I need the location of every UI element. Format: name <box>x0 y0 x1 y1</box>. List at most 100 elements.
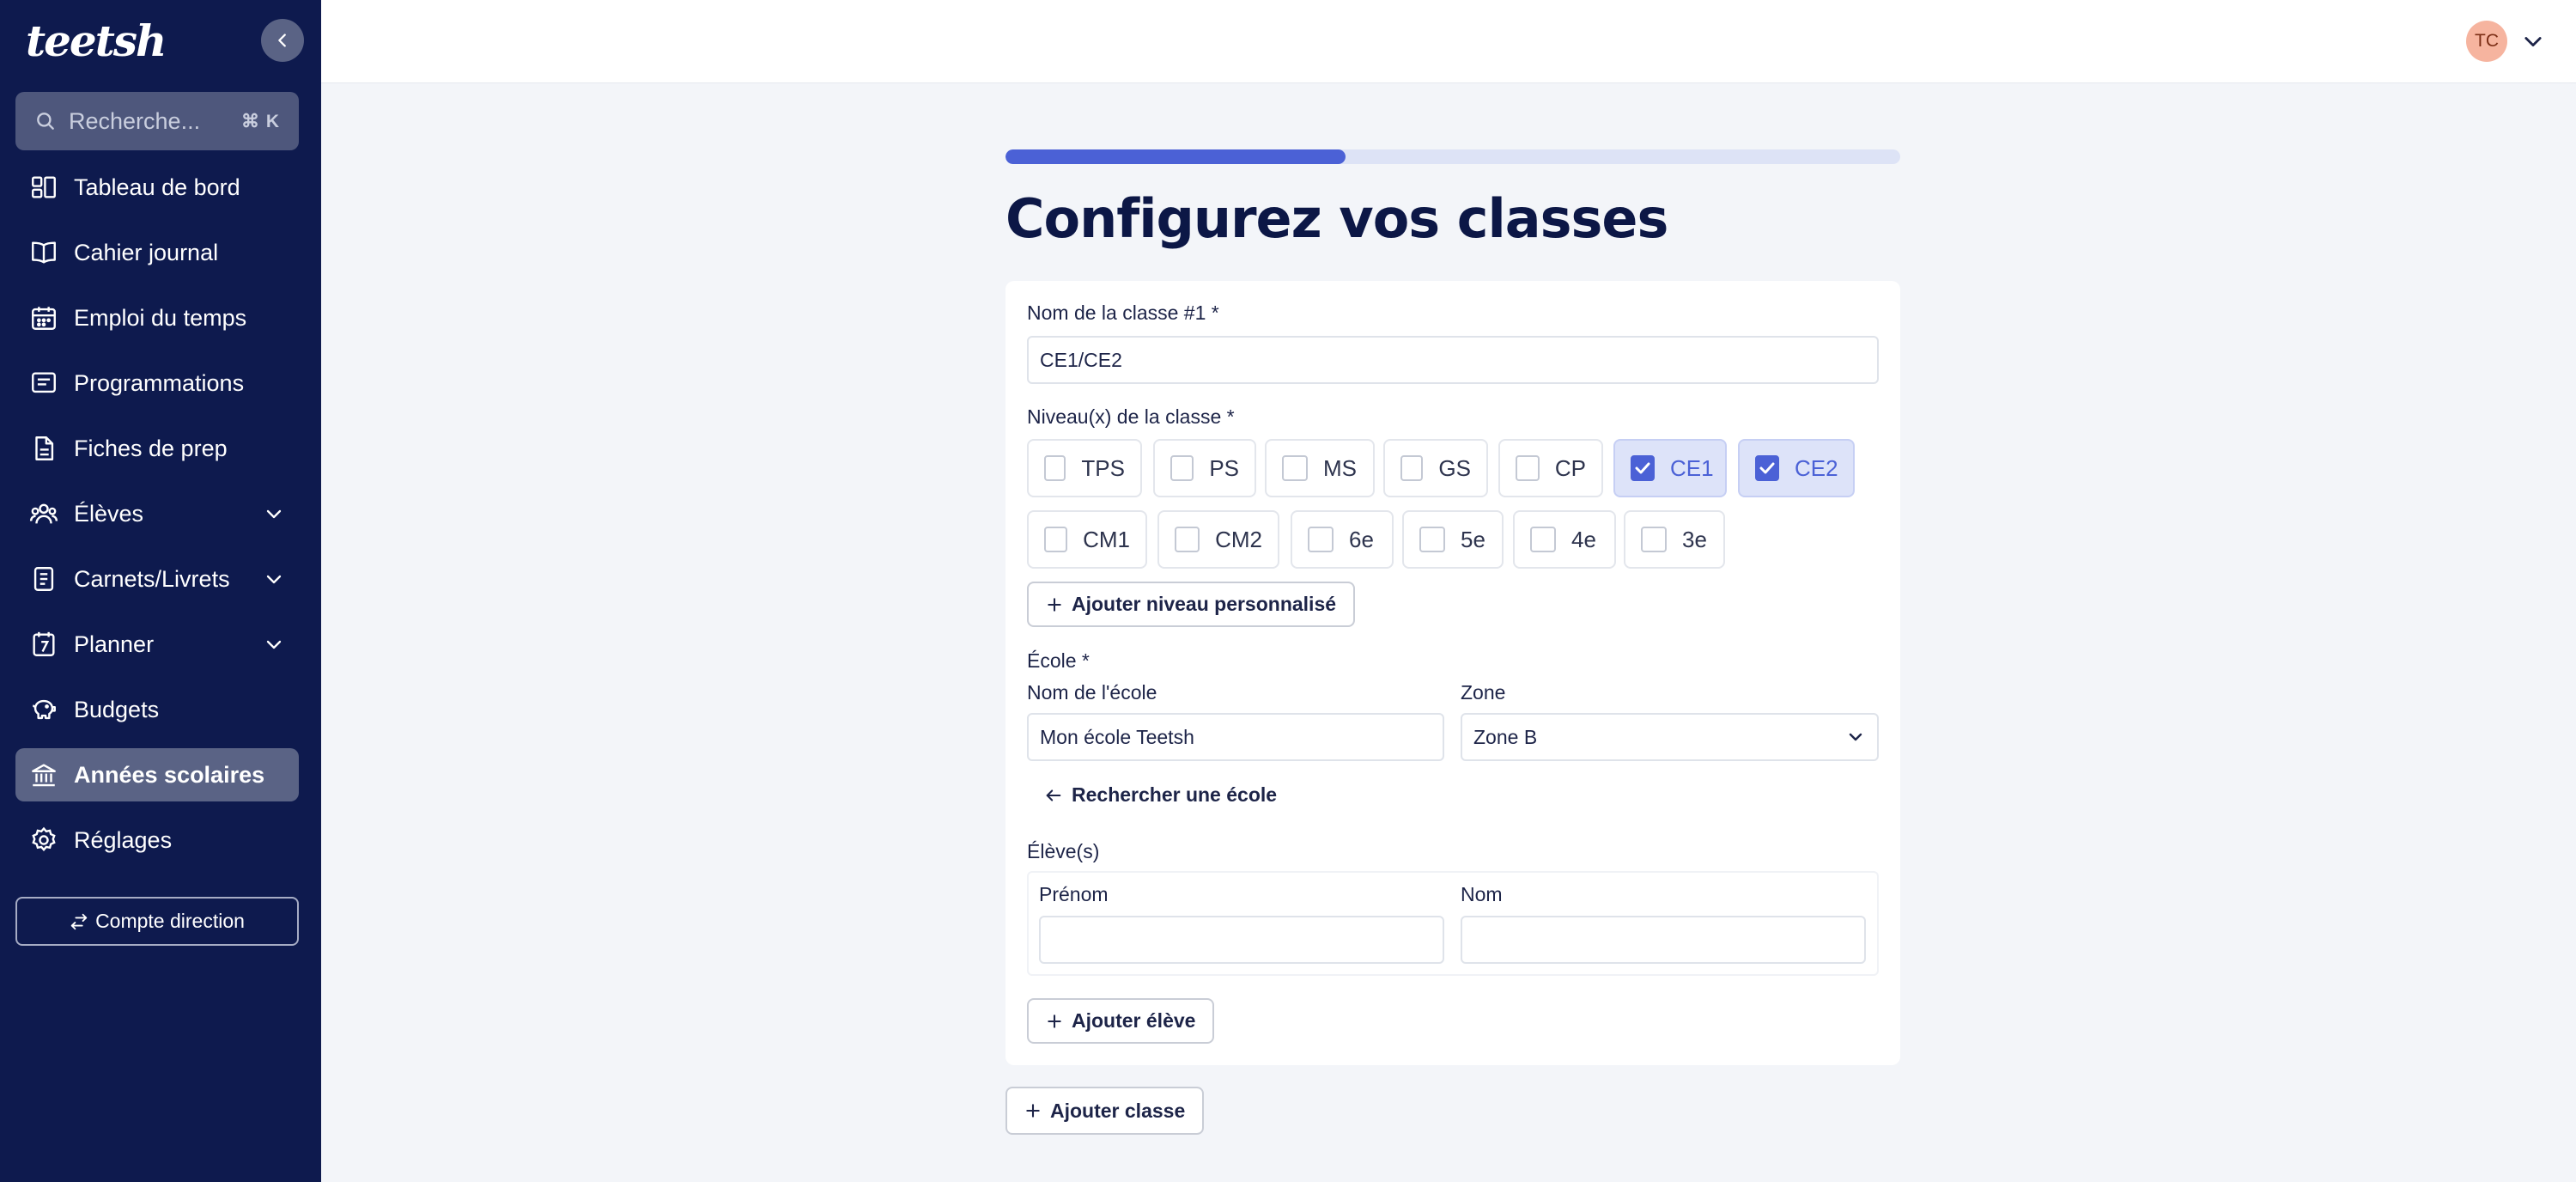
gear-icon <box>27 824 60 856</box>
sidebar-item-label: Programmations <box>74 369 245 396</box>
sidebar-item-label: Fiches de prep <box>74 435 228 461</box>
collapse-sidebar-button[interactable] <box>261 19 304 62</box>
checkbox-checked <box>1755 455 1779 481</box>
search-box[interactable]: Recherche... ⌘ K <box>15 92 299 150</box>
class-form-card: Nom de la classe #1 * CE1/CE2 Niveau(x) … <box>1005 281 1900 1065</box>
chevron-down-icon <box>1849 733 1862 741</box>
add-custom-level-label: Ajouter niveau personnalisé <box>1072 593 1337 615</box>
level-label: CP <box>1554 454 1586 481</box>
add-student-button[interactable]: Ajouter élève <box>1027 998 1215 1044</box>
arrow-left-icon <box>1046 789 1061 801</box>
first-name-label: Prénom <box>1039 883 1109 905</box>
checkbox <box>1516 455 1540 481</box>
level-chip-gs[interactable]: GS <box>1383 439 1488 497</box>
check-icon <box>1635 462 1650 474</box>
progress-fill <box>1005 149 1346 164</box>
compte-direction-button[interactable]: Compte direction <box>15 897 299 946</box>
level-label: TPS <box>1081 454 1125 481</box>
students-label: Élève(s) <box>1027 840 1100 862</box>
checkbox <box>1530 527 1556 552</box>
school-name-label: Nom de l'école <box>1027 681 1157 704</box>
search-school-label: Rechercher une école <box>1072 783 1278 806</box>
level-label: CE2 <box>1795 454 1838 481</box>
add-class-label: Ajouter classe <box>1050 1099 1186 1122</box>
sidebar-item-label: Budgets <box>74 696 160 722</box>
class-name-input[interactable]: CE1/CE2 <box>1027 336 1879 384</box>
checkbox <box>1170 455 1194 481</box>
chevron-left-icon <box>278 34 286 47</box>
book-icon <box>27 236 60 269</box>
checkbox <box>1641 527 1667 552</box>
level-chip-ps[interactable]: PS <box>1153 439 1256 497</box>
app-logo[interactable]: teetsh <box>26 15 167 66</box>
sidebar-item-label: Emploi du temps <box>74 304 247 331</box>
school-label: École * <box>1027 649 1090 672</box>
level-chip-6e[interactable]: 6e <box>1291 510 1394 569</box>
checkbox <box>1419 527 1445 552</box>
sidebar-item-fiches-de-prep[interactable]: Fiches de prep <box>15 422 299 475</box>
level-chip-5e[interactable]: 5e <box>1402 510 1504 569</box>
sidebar-item-annees-scolaires[interactable]: Années scolaires <box>15 748 299 801</box>
sidebar-item-programmations[interactable]: Programmations <box>15 356 299 410</box>
level-label: PS <box>1209 454 1239 481</box>
level-label: 5e <box>1461 526 1485 552</box>
level-chip-cm1[interactable]: CM1 <box>1027 510 1147 569</box>
check-icon <box>1759 462 1775 474</box>
class-levels-label: Niveau(x) de la classe * <box>1027 405 1235 428</box>
search-placeholder: Recherche... <box>69 107 201 134</box>
page-title: Configurez vos classes <box>1005 187 1668 250</box>
zone-selected-value: Zone B <box>1473 725 1538 748</box>
sidebar-item-planner[interactable]: Planner <box>15 618 299 671</box>
sidebar-item-cahier-journal[interactable]: Cahier journal <box>15 226 299 279</box>
level-label: CM2 <box>1215 526 1262 552</box>
chevron-down-icon <box>261 503 287 524</box>
level-label: CE1 <box>1670 454 1714 481</box>
sidebar-nav: Tableau de bord Cahier journal Emploi du… <box>15 161 299 879</box>
level-label: CM1 <box>1083 526 1130 552</box>
checkbox <box>1400 455 1424 481</box>
sidebar-item-budgets[interactable]: Budgets <box>15 683 299 736</box>
checkbox <box>1282 455 1308 481</box>
students-table: Prénom Nom <box>1027 871 1879 976</box>
level-chip-ce1[interactable]: CE1 <box>1613 439 1727 497</box>
level-chip-4e[interactable]: 4e <box>1513 510 1616 569</box>
school-name-input[interactable]: Mon école Teetsh <box>1027 713 1444 761</box>
sidebar-item-reglages[interactable]: Réglages <box>15 813 299 867</box>
presentation-icon <box>27 367 60 399</box>
sidebar-item-eleves[interactable]: Élèves <box>15 487 299 540</box>
zone-label: Zone <box>1461 681 1506 704</box>
sidebar-item-label: Planner <box>74 631 155 657</box>
level-label: 3e <box>1682 526 1707 552</box>
sidebar-item-label: Réglages <box>74 826 173 853</box>
add-class-button[interactable]: Ajouter classe <box>1005 1087 1205 1135</box>
calendar-icon <box>27 302 60 334</box>
zone-select[interactable]: Zone B <box>1461 713 1879 761</box>
level-label: GS <box>1438 454 1471 481</box>
sidebar-item-carnets-livrets[interactable]: Carnets/Livrets <box>15 552 299 606</box>
level-label: 4e <box>1571 526 1596 552</box>
checkbox <box>1044 527 1068 552</box>
level-label: 6e <box>1349 526 1374 552</box>
level-chip-tps[interactable]: TPS <box>1027 439 1142 497</box>
dashboard-icon <box>27 171 60 204</box>
chevron-down-icon <box>261 569 287 589</box>
level-chip-ce2[interactable]: CE2 <box>1738 439 1855 497</box>
avatar[interactable]: TC <box>2466 21 2507 62</box>
level-chip-3e[interactable]: 3e <box>1624 510 1725 569</box>
checkbox <box>1044 455 1066 481</box>
sidebar-item-emploi-du-temps[interactable]: Emploi du temps <box>15 291 299 344</box>
last-name-input[interactable] <box>1461 916 1866 964</box>
level-chip-cp[interactable]: CP <box>1498 439 1603 497</box>
add-custom-level-button[interactable]: Ajouter niveau personnalisé <box>1027 582 1356 627</box>
level-chip-cm2[interactable]: CM2 <box>1157 510 1279 569</box>
checkbox <box>1308 527 1334 552</box>
level-chip-ms[interactable]: MS <box>1265 439 1375 497</box>
chevron-down-icon[interactable] <box>2521 29 2545 58</box>
first-name-input[interactable] <box>1039 916 1444 964</box>
sidebar-item-label: Élèves <box>74 500 144 527</box>
plus-icon <box>1048 597 1061 612</box>
plus-icon <box>1026 1104 1040 1118</box>
search-school-link[interactable]: Rechercher une école <box>1044 783 1277 807</box>
sidebar-item-tableau-de-bord[interactable]: Tableau de bord <box>15 161 299 214</box>
top-bar <box>321 0 2576 83</box>
